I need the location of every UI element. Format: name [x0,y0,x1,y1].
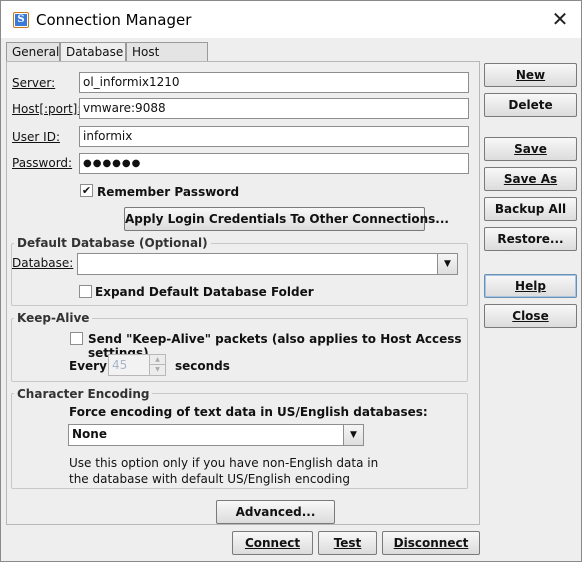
help-button[interactable]: Help [484,274,577,298]
chevron-down-icon[interactable]: ▼ [343,425,363,445]
save-button-label: Save [514,142,547,156]
keep-alive-interval-spinner: 45 ▲ ▼ [108,354,166,376]
title-bar: S Connection Manager ✕ [1,1,581,38]
force-encoding-label: Force encoding of text data in US/Englis… [69,405,428,419]
connect-button[interactable]: Connect [232,531,313,555]
keep-alive-group-title: Keep-Alive [14,311,93,325]
default-database-group-title: Default Database (Optional) [14,236,211,250]
close-button[interactable]: Close [484,304,577,328]
window-title: Connection Manager [36,11,192,29]
app-icon: S [13,12,29,28]
character-encoding-group-title: Character Encoding [14,387,153,401]
remember-password-label: Remember Password [97,185,240,199]
password-label: Password: [12,156,73,170]
host-field[interactable]: vmware:9088 [79,98,469,119]
connect-button-label: Connect [244,536,301,550]
spin-down-icon: ▼ [149,365,165,375]
host-label: Host[:port]: [12,102,82,116]
apply-credentials-button[interactable]: Apply Login Credentials To Other Connect… [124,207,449,231]
every-label: Every [69,359,107,373]
save-button[interactable]: Save [484,137,577,161]
database-label: Database: [12,256,74,270]
delete-button[interactable]: Delete [484,93,577,117]
userid-field[interactable]: informix [79,126,469,147]
restore-button[interactable]: Restore... [484,227,577,251]
close-icon[interactable]: ✕ [549,8,571,30]
encoding-combobox-value: None [72,427,107,441]
new-button-label: New [515,68,546,82]
tab-database[interactable]: Database [60,42,126,63]
keep-alive-checkbox[interactable] [70,332,83,345]
encoding-note-line1: Use this option only if you have non-Eng… [69,456,379,470]
test-button-label: Test [333,536,362,550]
expand-default-database-label: Expand Default Database Folder [95,285,314,299]
help-button-label: Help [515,279,546,293]
server-field[interactable]: ol_informix1210 [79,72,469,93]
connection-manager-window: S Connection Manager ✕ General Database … [0,0,582,562]
new-button[interactable]: New [484,63,577,87]
password-field[interactable]: ●●●●●● [79,153,469,174]
keep-alive-interval-value: 45 [112,358,128,372]
restore-button-label: Restore... [497,232,564,246]
advanced-button[interactable]: Advanced... [216,500,335,524]
disconnect-button[interactable]: Disconnect [382,531,480,555]
spin-up-icon: ▲ [149,355,165,365]
encoding-note-line2: the database with default US/English enc… [69,472,350,486]
backup-all-button[interactable]: Backup All [484,197,577,221]
save-as-button[interactable]: Save As [484,167,577,191]
userid-label: User ID: [12,130,60,144]
backup-all-button-label: Backup All [494,202,567,216]
expand-default-database-checkbox[interactable] [79,285,92,298]
remember-password-checkbox[interactable]: ✔ [80,184,93,197]
encoding-combobox[interactable]: None ▼ [68,424,364,446]
database-tab-panel: Server: ol_informix1210 Host[:port]: vmw… [6,61,480,525]
tab-host-access[interactable]: Host Access [126,42,208,77]
database-combobox[interactable]: ▼ [77,253,458,275]
save-as-button-label: Save As [503,172,558,186]
seconds-label: seconds [175,359,230,373]
tab-general[interactable]: General [6,42,60,62]
test-button[interactable]: Test [318,531,377,555]
chevron-down-icon[interactable]: ▼ [437,254,457,274]
close-button-label: Close [512,309,549,323]
server-label: Server: [12,76,56,90]
disconnect-button-label: Disconnect [393,536,469,550]
delete-button-label: Delete [508,98,553,112]
